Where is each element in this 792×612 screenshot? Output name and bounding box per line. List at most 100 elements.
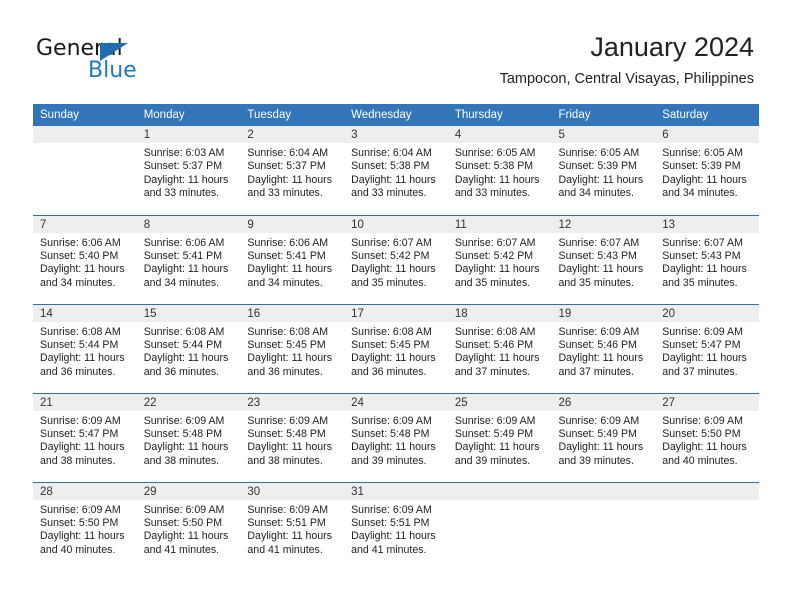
brand-logo[interactable]: General Blue — [36, 36, 256, 86]
day-details: Sunrise: 6:09 AM Sunset: 5:48 PM Daylight:… — [344, 411, 448, 469]
calendar-day-cell[interactable]: 31 Sunrise: 6:09 AM Sunset: 5:51 PM Dayligh… — [344, 481, 448, 571]
calendar-day-cell[interactable]: 6 Sunrise: 6:05 AM Sunset: 5:39 PM Daylight… — [655, 126, 759, 215]
day-cell[interactable]: 31 Sunrise: 6:09 AM Sunset: 5:51 PM Dayligh… — [344, 482, 448, 571]
day-cell[interactable]: 29 Sunrise: 6:09 AM Sunset: 5:50 PM Dayligh… — [136, 482, 241, 571]
day-cell[interactable]: 25 Sunrise: 6:09 AM Sunset: 5:49 PM Dayligh… — [447, 393, 552, 482]
day-cell[interactable]: 20 Sunrise: 6:09 AM Sunset: 5:47 PM Dayligh… — [655, 304, 759, 393]
day-cell[interactable]: 13 Sunrise: 6:07 AM Sunset: 5:43 PM Dayligh… — [655, 215, 759, 304]
calendar-day-cell[interactable]: 14 Sunrise: 6:08 AM Sunset: 5:44 PM Dayligh… — [33, 303, 137, 393]
calendar-day-cell[interactable]: 24 Sunrise: 6:09 AM Sunset: 5:48 PM Dayligh… — [344, 392, 448, 482]
daylight-duration-line2: and 33 minutes. — [247, 187, 323, 200]
calendar-day-cell[interactable]: 29 Sunrise: 6:09 AM Sunset: 5:50 PM Dayligh… — [136, 481, 241, 571]
day-cell[interactable]: 12 Sunrise: 6:07 AM Sunset: 5:43 PM Dayligh… — [551, 215, 656, 304]
day-cell[interactable]: 8 Sunrise: 6:06 AM Sunset: 5:41 PM Daylight… — [136, 215, 241, 304]
day-number: 13 — [655, 215, 759, 233]
sunrise-time: Sunrise: 6:09 AM — [143, 503, 225, 516]
calendar-day-cell[interactable]: 7 Sunrise: 6:06 AM Sunset: 5:40 PM Daylight… — [33, 214, 137, 304]
day-number: 3 — [344, 126, 448, 143]
day-cell[interactable]: 4 Sunrise: 6:05 AM Sunset: 5:38 PM Daylight… — [447, 126, 552, 214]
daylight-duration-line2: and 34 minutes. — [247, 276, 323, 289]
day-cell[interactable]: 28 Sunrise: 6:09 AM Sunset: 5:50 PM Dayligh… — [33, 482, 137, 571]
calendar-day-cell[interactable]: 11 Sunrise: 6:07 AM Sunset: 5:42 PM Dayligh… — [447, 214, 552, 304]
calendar-day-cell[interactable]: 20 Sunrise: 6:09 AM Sunset: 5:47 PM Dayligh… — [655, 303, 759, 393]
day-cell[interactable]: 17 Sunrise: 6:08 AM Sunset: 5:45 PM Dayligh… — [344, 304, 448, 393]
weekday-header-wednesday: Wednesday — [344, 104, 448, 126]
day-cell[interactable]: 3 Sunrise: 6:04 AM Sunset: 5:38 PM Daylight… — [344, 126, 448, 214]
day-cell[interactable]: 10 Sunrise: 6:07 AM Sunset: 5:42 PM Dayligh… — [344, 215, 448, 304]
day-cell[interactable]: 24 Sunrise: 6:09 AM Sunset: 5:48 PM Dayligh… — [344, 393, 448, 482]
calendar-week-row: 7 Sunrise: 6:06 AM Sunset: 5:40 PM Daylight… — [33, 214, 759, 304]
sunset-time: Sunset: 5:45 PM — [351, 338, 430, 351]
calendar-day-cell[interactable]: 15 Sunrise: 6:08 AM Sunset: 5:44 PM Dayligh… — [136, 303, 241, 393]
calendar-day-cell[interactable]: 13 Sunrise: 6:07 AM Sunset: 5:43 PM Dayligh… — [655, 214, 759, 304]
calendar-day-cell[interactable]: 25 Sunrise: 6:09 AM Sunset: 5:49 PM Dayligh… — [447, 392, 552, 482]
calendar-day-cell[interactable]: 27 Sunrise: 6:09 AM Sunset: 5:50 PM Dayligh… — [655, 392, 759, 482]
calendar-day-cell[interactable] — [551, 481, 656, 571]
day-cell[interactable]: 19 Sunrise: 6:09 AM Sunset: 5:46 PM Dayligh… — [551, 304, 656, 393]
day-cell[interactable]: 27 Sunrise: 6:09 AM Sunset: 5:50 PM Dayligh… — [655, 393, 759, 482]
calendar-day-cell[interactable] — [655, 481, 759, 571]
calendar-day-cell[interactable]: 1 Sunrise: 6:03 AM Sunset: 5:37 PM Daylight… — [136, 126, 241, 215]
sunset-time: Sunset: 5:37 PM — [247, 160, 326, 173]
day-number: 18 — [447, 304, 552, 322]
daylight-duration-line2: and 36 minutes. — [351, 365, 427, 378]
day-cell[interactable]: 1 Sunrise: 6:03 AM Sunset: 5:37 PM Daylight… — [136, 126, 241, 214]
daylight-duration-line1: Daylight: 11 hours — [247, 441, 333, 454]
day-cell[interactable]: 18 Sunrise: 6:08 AM Sunset: 5:46 PM Dayligh… — [447, 304, 552, 393]
day-number: 25 — [447, 393, 552, 411]
calendar-day-cell[interactable]: 9 Sunrise: 6:06 AM Sunset: 5:41 PM Daylight… — [240, 214, 345, 304]
calendar-day-cell[interactable]: 19 Sunrise: 6:09 AM Sunset: 5:46 PM Dayligh… — [551, 303, 656, 393]
day-cell[interactable]: 22 Sunrise: 6:09 AM Sunset: 5:48 PM Dayligh… — [136, 393, 241, 482]
daylight-duration-line1: Daylight: 11 hours — [247, 263, 333, 276]
daylight-duration-line2: and 40 minutes. — [40, 543, 116, 556]
empty-day-cell — [655, 482, 759, 571]
calendar-day-cell[interactable]: 17 Sunrise: 6:08 AM Sunset: 5:45 PM Dayligh… — [344, 303, 448, 393]
day-details: Sunrise: 6:08 AM Sunset: 5:44 PM Daylight:… — [33, 322, 137, 380]
calendar-day-cell[interactable]: 4 Sunrise: 6:05 AM Sunset: 5:38 PM Daylight… — [447, 126, 552, 215]
calendar-day-cell[interactable] — [447, 481, 552, 571]
day-number: 24 — [344, 393, 448, 411]
calendar-day-cell[interactable]: 16 Sunrise: 6:08 AM Sunset: 5:45 PM Dayligh… — [240, 303, 345, 393]
sunrise-time: Sunrise: 6:09 AM — [558, 414, 640, 427]
day-cell[interactable]: 30 Sunrise: 6:09 AM Sunset: 5:51 PM Dayligh… — [240, 482, 345, 571]
day-cell[interactable]: 26 Sunrise: 6:09 AM Sunset: 5:49 PM Dayligh… — [551, 393, 656, 482]
day-details: Sunrise: 6:08 AM Sunset: 5:45 PM Daylight:… — [344, 322, 448, 380]
day-details: Sunrise: 6:03 AM Sunset: 5:37 PM Daylight:… — [137, 143, 241, 201]
day-cell[interactable]: 21 Sunrise: 6:09 AM Sunset: 5:47 PM Dayligh… — [33, 393, 137, 482]
calendar-day-cell[interactable]: 8 Sunrise: 6:06 AM Sunset: 5:41 PM Daylight… — [136, 214, 241, 304]
calendar-day-cell[interactable] — [33, 126, 137, 215]
day-details: Sunrise: 6:05 AM Sunset: 5:38 PM Daylight:… — [448, 143, 552, 201]
sunrise-time: Sunrise: 6:06 AM — [247, 236, 329, 249]
calendar-day-cell[interactable]: 21 Sunrise: 6:09 AM Sunset: 5:47 PM Dayligh… — [33, 392, 137, 482]
sunset-time: Sunset: 5:42 PM — [454, 249, 534, 262]
calendar-day-cell[interactable]: 28 Sunrise: 6:09 AM Sunset: 5:50 PM Dayligh… — [33, 481, 137, 571]
day-cell[interactable]: 2 Sunrise: 6:04 AM Sunset: 5:37 PM Daylight… — [240, 126, 345, 214]
calendar-day-cell[interactable]: 5 Sunrise: 6:05 AM Sunset: 5:39 PM Daylight… — [551, 126, 656, 215]
calendar-day-cell[interactable]: 3 Sunrise: 6:04 AM Sunset: 5:38 PM Daylight… — [344, 126, 448, 215]
daylight-duration-line1: Daylight: 11 hours — [558, 173, 644, 186]
calendar-day-cell[interactable]: 2 Sunrise: 6:04 AM Sunset: 5:37 PM Daylight… — [240, 126, 345, 215]
calendar-day-cell[interactable]: 23 Sunrise: 6:09 AM Sunset: 5:48 PM Dayligh… — [240, 392, 345, 482]
day-cell[interactable]: 7 Sunrise: 6:06 AM Sunset: 5:40 PM Daylight… — [33, 215, 137, 304]
day-cell[interactable]: 9 Sunrise: 6:06 AM Sunset: 5:41 PM Daylight… — [240, 215, 345, 304]
day-cell[interactable]: 14 Sunrise: 6:08 AM Sunset: 5:44 PM Dayligh… — [33, 304, 137, 393]
calendar-day-cell[interactable]: 10 Sunrise: 6:07 AM Sunset: 5:42 PM Dayligh… — [344, 214, 448, 304]
daylight-duration-line1: Daylight: 11 hours — [351, 173, 436, 186]
day-cell[interactable]: 11 Sunrise: 6:07 AM Sunset: 5:42 PM Dayligh… — [447, 215, 552, 304]
day-cell[interactable]: 6 Sunrise: 6:05 AM Sunset: 5:39 PM Daylight… — [655, 126, 759, 214]
day-details: Sunrise: 6:09 AM Sunset: 5:46 PM Daylight:… — [552, 322, 656, 380]
daylight-duration-line1: Daylight: 11 hours — [143, 530, 229, 543]
calendar-page: General Blue January 2024 Tampocon, Cent… — [0, 0, 792, 612]
day-details: Sunrise: 6:08 AM Sunset: 5:44 PM Daylight:… — [137, 322, 241, 380]
sunrise-time: Sunrise: 6:06 AM — [40, 236, 121, 249]
calendar-day-cell[interactable]: 18 Sunrise: 6:08 AM Sunset: 5:46 PM Dayligh… — [447, 303, 552, 393]
day-cell[interactable]: 5 Sunrise: 6:05 AM Sunset: 5:39 PM Daylight… — [551, 126, 656, 214]
calendar-day-cell[interactable]: 26 Sunrise: 6:09 AM Sunset: 5:49 PM Dayligh… — [551, 392, 656, 482]
day-cell[interactable]: 16 Sunrise: 6:08 AM Sunset: 5:45 PM Dayligh… — [240, 304, 345, 393]
calendar-day-cell[interactable]: 22 Sunrise: 6:09 AM Sunset: 5:48 PM Dayligh… — [136, 392, 241, 482]
daylight-duration-line2: and 39 minutes. — [351, 454, 427, 467]
day-cell[interactable]: 15 Sunrise: 6:08 AM Sunset: 5:44 PM Dayligh… — [136, 304, 241, 393]
calendar-day-cell[interactable]: 12 Sunrise: 6:07 AM Sunset: 5:43 PM Dayligh… — [551, 214, 656, 304]
calendar-day-cell[interactable]: 30 Sunrise: 6:09 AM Sunset: 5:51 PM Dayligh… — [240, 481, 345, 571]
day-cell[interactable]: 23 Sunrise: 6:09 AM Sunset: 5:48 PM Dayligh… — [240, 393, 345, 482]
